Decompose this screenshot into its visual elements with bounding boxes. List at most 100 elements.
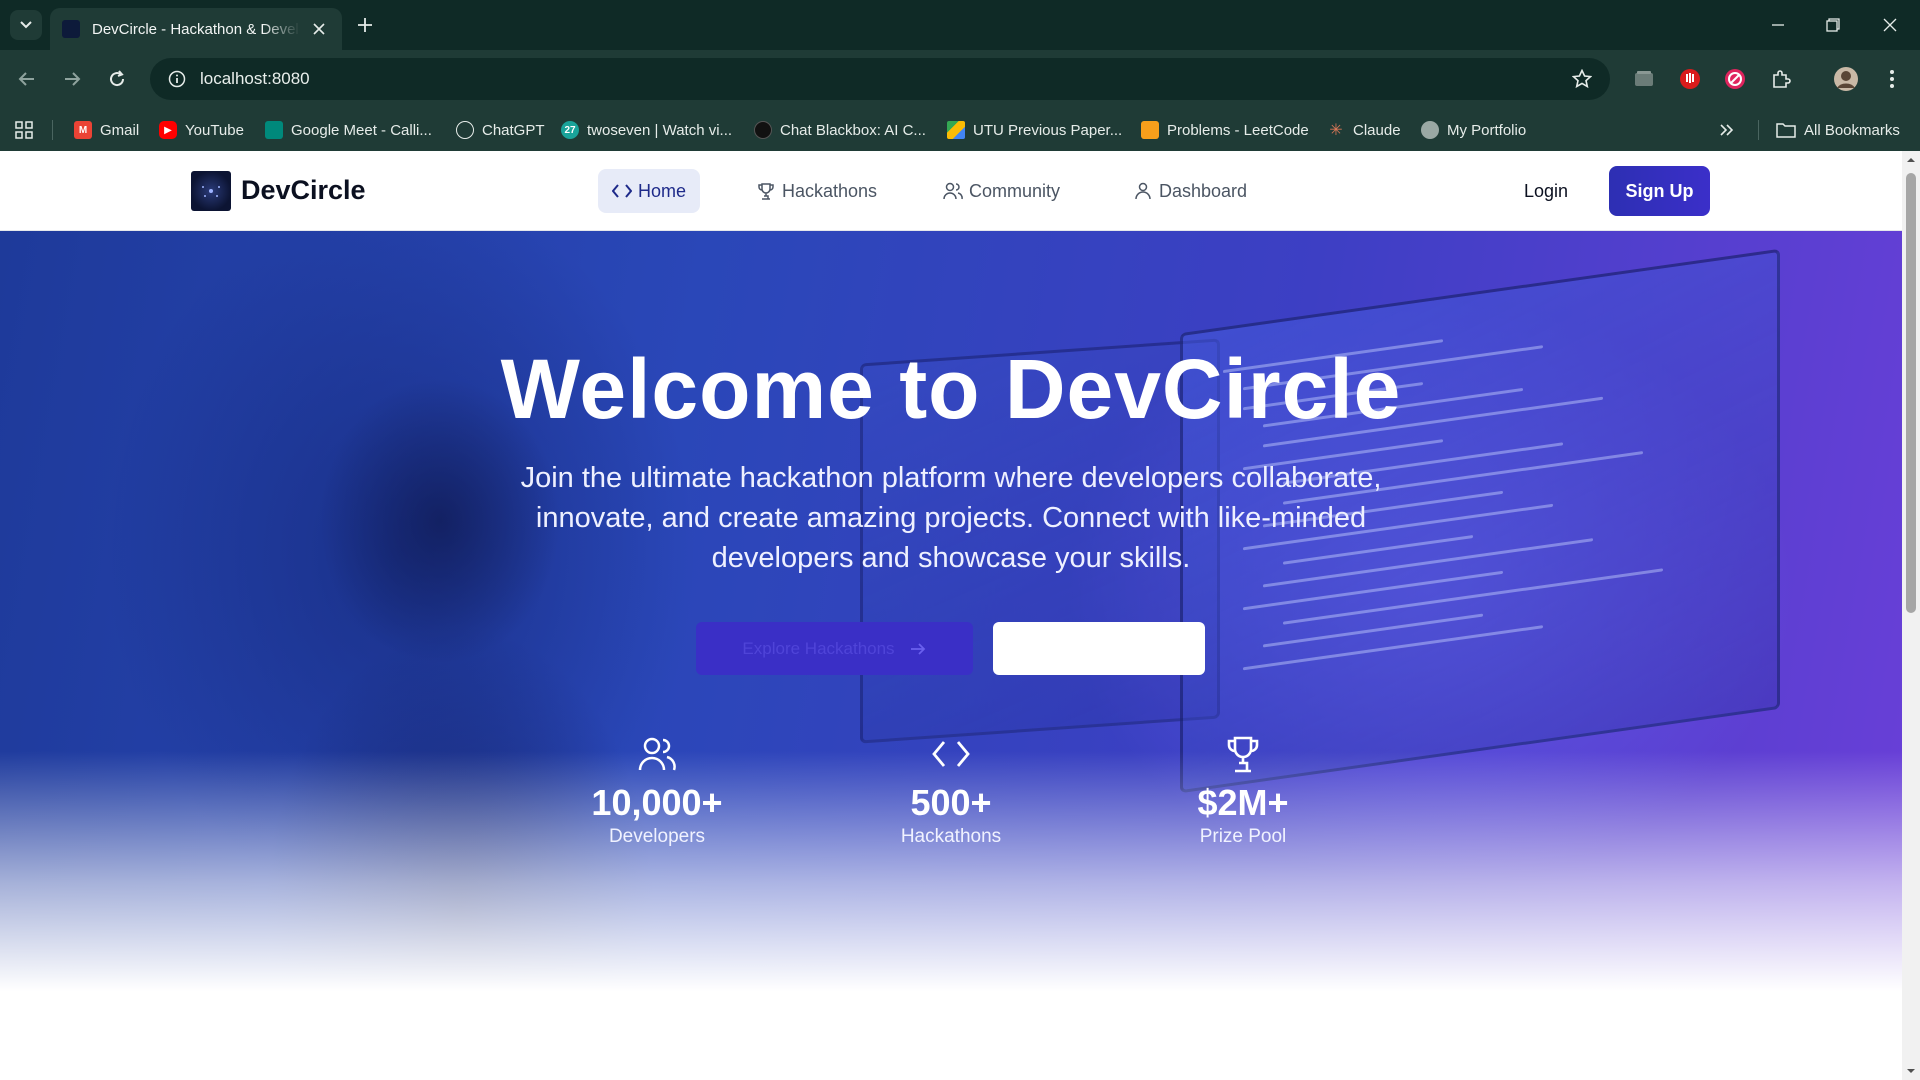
code-icon [612,181,632,201]
minimize-button[interactable] [1758,8,1798,42]
users-icon [943,181,963,201]
twoseven-icon: 27 [561,121,579,139]
bookmark-star-icon[interactable] [1570,67,1594,91]
bookmark-claude[interactable]: ✳ Claude [1327,116,1401,144]
tab-strip: DevCircle - Hackathon & Developer Commun… [0,0,1920,50]
nav-home[interactable]: Home [598,169,701,213]
reload-icon [110,70,125,87]
globe-icon [1421,121,1439,139]
site-info-icon[interactable] [166,68,188,90]
bookmark-label: My Portfolio [1447,121,1527,139]
chevron-down-icon [20,21,32,29]
bookmark-chatgpt[interactable]: ChatGPT [456,116,545,144]
profile-avatar[interactable] [1832,65,1860,93]
signup-button[interactable]: Sign Up [1609,166,1710,216]
all-bookmarks-label: All Bookmarks [1804,121,1900,139]
extensions-puzzle-icon[interactable] [1767,65,1795,93]
explore-hackathons-label: Explore Hackathons [742,638,895,658]
stat-prize-pool: $2M+ Prize Pool [1133,734,1353,850]
bookmark-youtube[interactable]: ▶ YouTube [159,116,244,144]
gmail-icon: M [74,121,92,139]
leetcode-icon [1141,121,1159,139]
all-bookmarks-button[interactable]: All Bookmarks [1776,116,1900,144]
bookmark-utu[interactable]: UTU Previous Paper... [947,116,1122,144]
arrow-right-icon [909,640,927,658]
nav-home-label: Home [638,180,687,201]
nav-community[interactable]: Community [929,169,1074,213]
restore-button[interactable] [1813,8,1853,42]
explore-hackathons-button[interactable]: Explore Hackathons [696,622,973,675]
bookmark-label: ChatGPT [482,121,545,139]
trophy-icon [1223,734,1263,774]
tab-search-button[interactable] [10,10,42,40]
bookmark-label: YouTube [185,121,244,139]
forward-button[interactable] [55,62,89,96]
google-drive-icon [947,121,965,139]
bookmark-label: Chat Blackbox: AI C... [780,121,926,139]
page-viewport: DevCircle Home Hackathons Community Dash… [0,151,1902,1080]
stat-label: Hackathons [900,826,1002,847]
tab-close-button[interactable] [308,18,330,40]
reload-button[interactable] [100,62,134,96]
bookmark-blackbox[interactable]: Chat Blackbox: AI C... [754,116,926,144]
hero-section: Welcome to DevCircle Join the ultimate h… [0,231,1902,991]
bookmark-leetcode[interactable]: Problems - LeetCode [1141,116,1309,144]
close-window-button[interactable] [1870,8,1910,42]
nav-community-label: Community [969,180,1061,201]
close-icon [1883,18,1897,32]
nav-dashboard[interactable]: Dashboard [1119,169,1261,213]
bookmark-label: Problems - LeetCode [1167,121,1309,139]
stat-label: Prize Pool [1199,826,1287,847]
stat-value: $2M+ [1197,782,1289,823]
extension-icon-3[interactable] [1721,65,1749,93]
devcircle-logo[interactable] [191,171,231,211]
bookmark-label: twoseven | Watch vi... [587,121,733,139]
new-tab-button[interactable] [350,12,380,38]
nav-hackathons-label: Hackathons [782,180,878,201]
bookmarks-bar: M Gmail ▶ YouTube Google Meet - Calli...… [0,108,1920,151]
bookmark-label: UTU Previous Paper... [973,121,1123,139]
extension-icon-1[interactable] [1630,65,1658,93]
chatgpt-icon [456,121,474,139]
apps-grid-icon[interactable] [12,118,36,142]
youtube-icon: ▶ [159,121,177,139]
scroll-up-icon[interactable] [1906,155,1916,165]
hero-subtitle: Join the ultimate hackathon platform whe… [520,462,1382,574]
bookmarks-overflow-icon[interactable] [1715,118,1739,142]
users-icon [637,734,677,774]
brand-name[interactable]: DevCircle [241,175,366,206]
scroll-thumb[interactable] [1906,173,1916,613]
hero-title: Welcome to DevCircle [500,342,1402,436]
nav-hackathons[interactable]: Hackathons [742,169,891,213]
minimize-icon [1772,24,1784,26]
bookmark-gmail[interactable]: M Gmail [74,116,139,144]
bookmark-twoseven[interactable]: 27 twoseven | Watch vi... [561,116,732,144]
close-icon [313,23,325,35]
stat-developers: 10,000+ Developers [547,734,767,850]
user-icon [1133,181,1153,201]
secondary-cta-button[interactable] [993,622,1205,675]
nav-dashboard-label: Dashboard [1159,180,1248,201]
address-bar[interactable]: localhost:8080 [150,58,1610,100]
stat-value: 10,000+ [591,782,723,823]
back-button[interactable] [10,62,44,96]
page-scrollbar[interactable] [1902,151,1920,1080]
stat-value: 500+ [910,782,992,823]
scroll-down-icon[interactable] [1906,1066,1916,1076]
arrow-right-icon [65,72,81,86]
bookmark-portfolio[interactable]: My Portfolio [1421,116,1526,144]
plus-icon [358,18,372,32]
browser-menu-icon[interactable] [1878,65,1906,93]
stat-label: Developers [608,826,706,847]
restore-icon [1826,18,1840,32]
url-text[interactable]: localhost:8080 [200,69,1570,89]
site-navbar: DevCircle Home Hackathons Community Dash… [0,151,1902,231]
extension-icon-2[interactable] [1676,65,1704,93]
bookmark-google-meet[interactable]: Google Meet - Calli... [265,116,432,144]
browser-chrome: DevCircle - Hackathon & Developer Commun… [0,0,1920,151]
active-tab[interactable]: DevCircle - Hackathon & Developer Commun… [50,8,342,50]
code-icon [931,734,971,774]
google-meet-icon [265,121,283,139]
bookmark-label: Claude [1353,121,1401,139]
login-button[interactable]: Login [1510,173,1582,209]
